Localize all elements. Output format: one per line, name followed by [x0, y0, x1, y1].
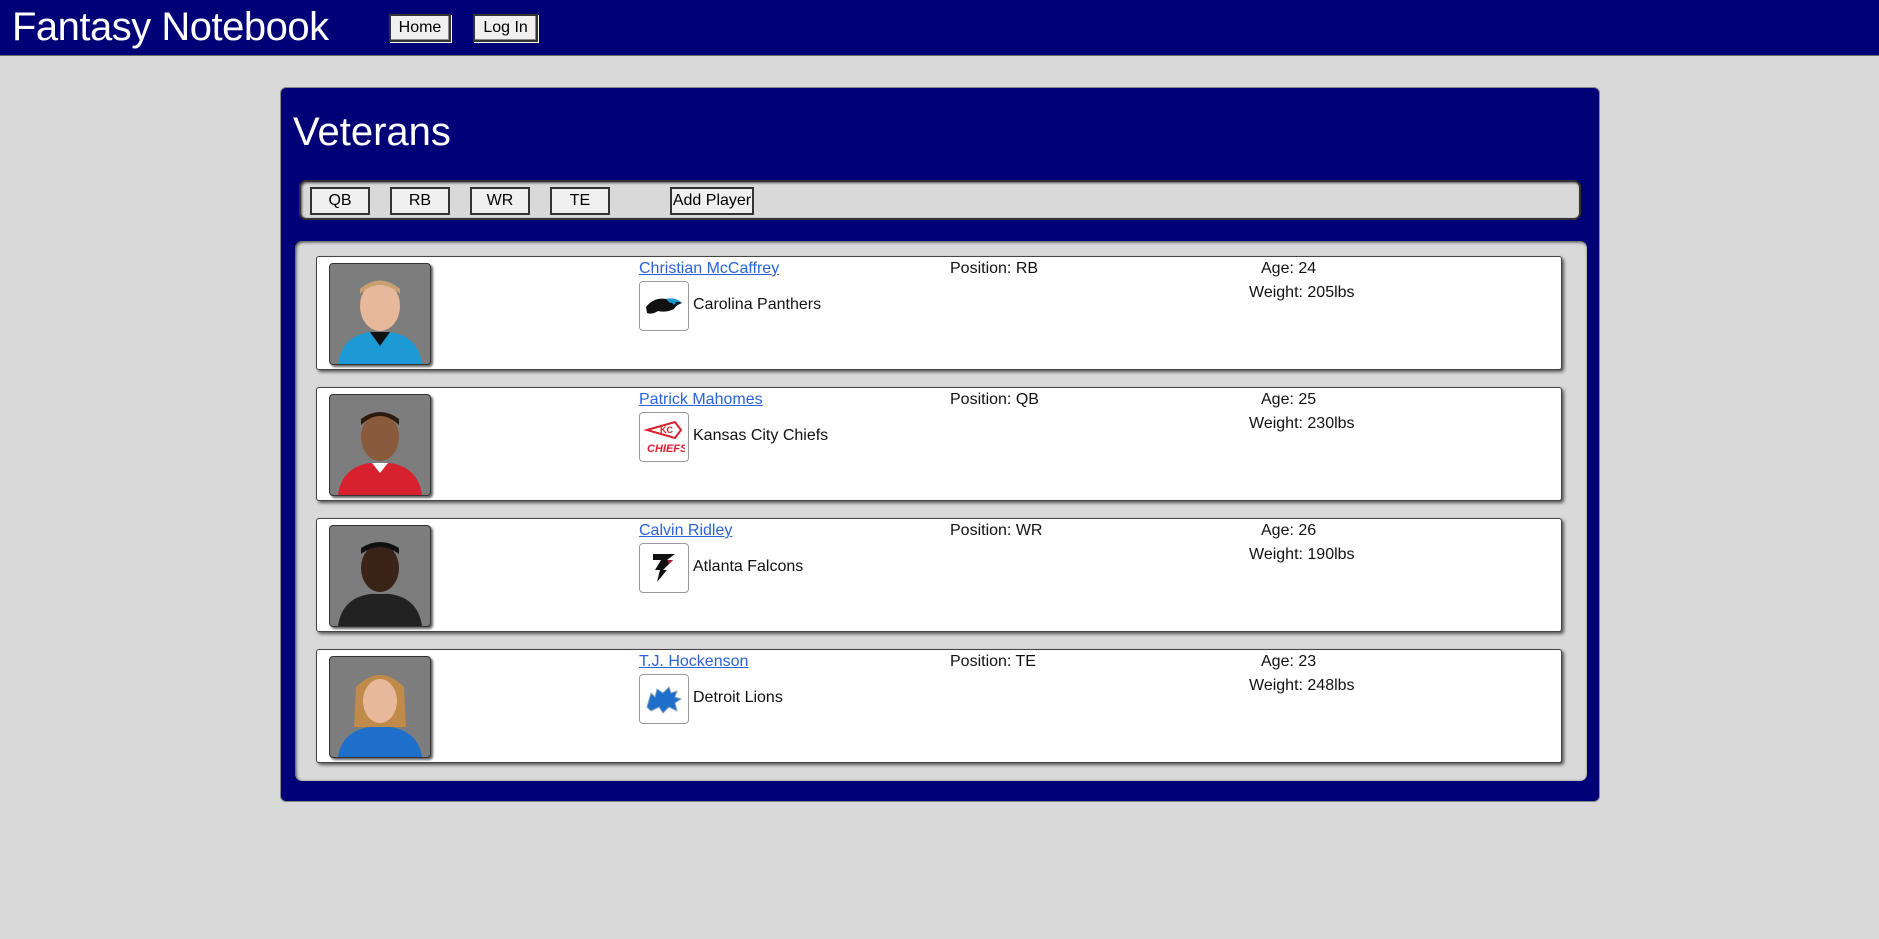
- player-photo: [329, 656, 431, 758]
- player-name-link[interactable]: Christian McCaffrey: [639, 260, 779, 278]
- lions-logo-icon: [639, 674, 689, 724]
- player-card: Patrick Mahomes KC CHIEFS Kansas City Ch…: [316, 387, 1562, 501]
- login-button[interactable]: Log In: [473, 13, 538, 42]
- filter-wr-button[interactable]: WR: [470, 187, 530, 215]
- svg-text:CHIEFS: CHIEFS: [647, 443, 685, 455]
- player-card: Calvin Ridley Atlanta Falcons Position: …: [316, 518, 1562, 632]
- team-name: Carolina Panthers: [693, 296, 822, 313]
- filter-toolbar: QB RB WR TE Add Player: [299, 180, 1581, 220]
- team-name: Detroit Lions: [693, 689, 783, 706]
- player-weight: Weight: 230lbs: [1249, 415, 1355, 432]
- player-age: Age: 26: [1261, 522, 1317, 539]
- player-photo: [329, 525, 431, 627]
- player-age: Age: 24: [1261, 260, 1317, 277]
- player-name-link[interactable]: Calvin Ridley: [639, 522, 732, 540]
- player-card: T.J. Hockenson Detroit Lions Position: T…: [316, 649, 1562, 763]
- player-position: Position: WR: [950, 522, 1043, 539]
- player-position: Position: QB: [950, 391, 1039, 408]
- player-age: Age: 25: [1261, 391, 1317, 408]
- team-name: Atlanta Falcons: [693, 558, 804, 575]
- player-weight: Weight: 190lbs: [1249, 546, 1355, 563]
- player-position: Position: TE: [950, 653, 1036, 670]
- player-list: Christian McCaffrey Carolina Panthers Po…: [295, 241, 1587, 781]
- player-weight: Weight: 205lbs: [1249, 284, 1355, 301]
- player-name-link[interactable]: Patrick Mahomes: [639, 391, 763, 409]
- team-name: Kansas City Chiefs: [693, 427, 829, 444]
- page-title: Veterans: [293, 110, 451, 154]
- filter-qb-button[interactable]: QB: [310, 187, 370, 215]
- panthers-logo-icon: [639, 281, 689, 331]
- player-name-link[interactable]: T.J. Hockenson: [639, 653, 748, 671]
- svg-text:KC: KC: [660, 425, 673, 435]
- player-card: Christian McCaffrey Carolina Panthers Po…: [316, 256, 1562, 370]
- player-photo: [329, 263, 431, 365]
- player-position: Position: RB: [950, 260, 1039, 277]
- home-button[interactable]: Home: [388, 13, 452, 42]
- chiefs-logo-icon: KC CHIEFS: [639, 412, 689, 462]
- add-player-button[interactable]: Add Player: [670, 187, 754, 215]
- player-age: Age: 23: [1261, 653, 1317, 670]
- filter-rb-button[interactable]: RB: [390, 187, 450, 215]
- app-title: Fantasy Notebook: [12, 5, 329, 49]
- player-photo: [329, 394, 431, 496]
- top-navbar: Fantasy Notebook Home Log In: [0, 0, 1879, 56]
- veterans-panel: Veterans QB RB WR TE Add Player Christia…: [280, 87, 1600, 802]
- filter-te-button[interactable]: TE: [550, 187, 610, 215]
- falcons-logo-icon: [639, 543, 689, 593]
- player-weight: Weight: 248lbs: [1249, 677, 1355, 694]
